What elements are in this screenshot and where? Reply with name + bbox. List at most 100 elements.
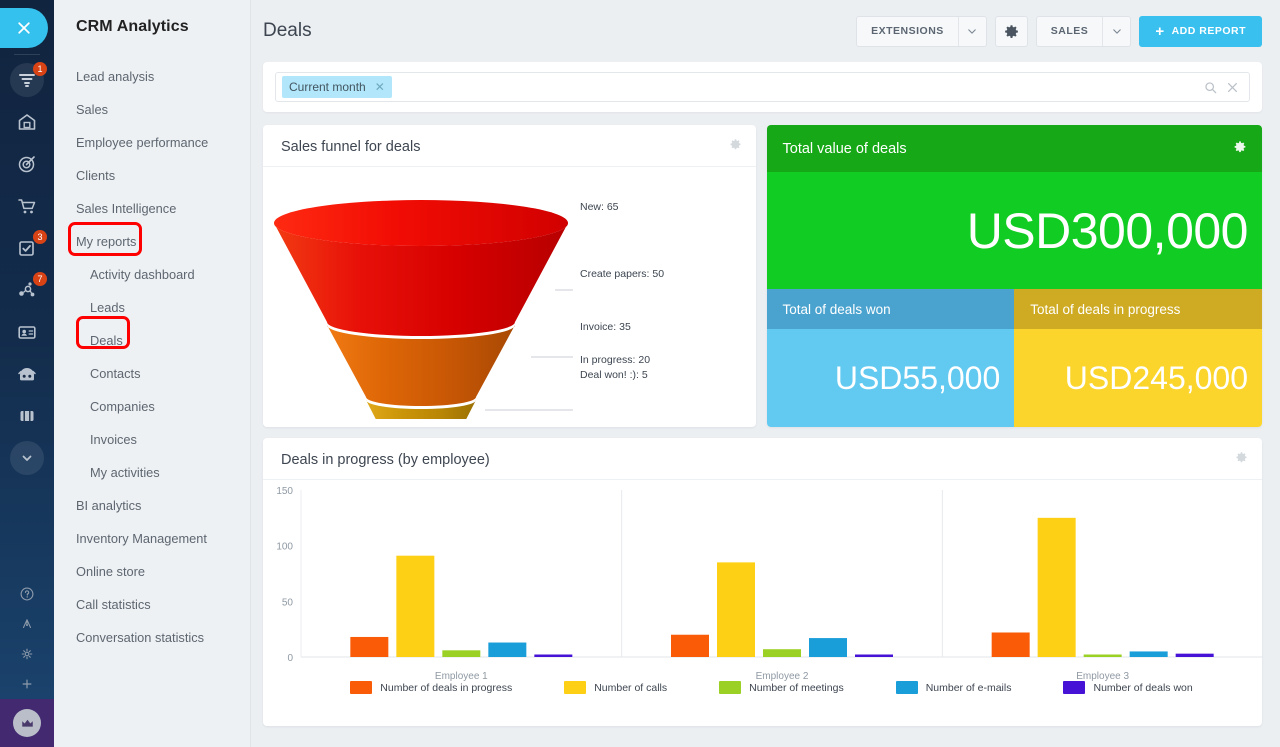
kpi-total-value: USD300,000: [766, 172, 1262, 289]
sales-funnel-chart: New: 65 Create papers: 50 Invoice: 35 In…: [263, 167, 756, 419]
help-icon: [20, 587, 34, 601]
sales-funnel-settings-button[interactable]: [729, 138, 742, 151]
legend-label: Number of deals in progress: [380, 681, 513, 694]
rail-item-tasks[interactable]: 3: [10, 230, 47, 265]
sidebar-item-online-store[interactable]: Online store: [54, 555, 250, 588]
filter-input-bar[interactable]: Current month ✕: [275, 72, 1250, 102]
legend-item-emails[interactable]: Number of e-mails: [895, 681, 1011, 694]
sidebar-item-sales-intelligence[interactable]: Sales Intelligence: [54, 192, 250, 225]
rail-item-company[interactable]: [10, 105, 44, 139]
deals-in-progress-settings-button[interactable]: [1235, 451, 1248, 464]
bar-chart-legend: Number of deals in progress Number of ca…: [263, 681, 1262, 694]
rail-item-funnel[interactable]: 1: [10, 62, 47, 97]
deals-in-progress-chart: 0 50 100 150 Employee 1 Employee 2 Employee 3 …: [263, 480, 1263, 710]
extensions-button[interactable]: EXTENSIONS: [857, 17, 958, 46]
legend-swatch: [1063, 681, 1086, 694]
kpi-deals-in-progress-card: Total of deals in progress USD245,000: [1014, 289, 1262, 427]
rail-badge: 3: [33, 230, 47, 244]
sidebar-item-leads[interactable]: Leads: [54, 291, 250, 324]
sidebar-item-bi-analytics[interactable]: BI analytics: [54, 489, 250, 522]
sidebar-item-deals[interactable]: Deals: [54, 324, 250, 357]
funnel-label-create-papers: Create papers: 50: [580, 268, 665, 280]
extensions-button-group[interactable]: EXTENSIONS: [856, 15, 987, 47]
rail-item-contacts[interactable]: [10, 315, 44, 349]
deals-in-progress-card: Deals in progress (by employee) 0 50 100 15…: [263, 438, 1263, 726]
sidebar-item-employee-performance[interactable]: Employee performance: [54, 126, 250, 159]
kpi-subcards-row: Total of deals won USD55,000 Total of de…: [766, 289, 1262, 427]
sidebar-item-lead-analysis[interactable]: Lead analysis: [54, 60, 250, 93]
icon-rail: 1 3 7: [0, 0, 54, 747]
sidebar-item-sales[interactable]: Sales: [54, 93, 250, 126]
page-title: Deals: [263, 20, 312, 41]
target-icon: [18, 156, 35, 173]
sales-dropdown-button[interactable]: [1102, 16, 1130, 46]
company-icon: [18, 114, 36, 130]
sidebar-item-conversation-statistics[interactable]: Conversation statistics: [54, 621, 250, 654]
settings-icon: [21, 648, 33, 660]
contacts-icon: [18, 326, 36, 339]
chevron-down-circle-icon: [22, 455, 32, 461]
sidebar-item-invoices[interactable]: Invoices: [54, 423, 250, 456]
sales-funnel-card: Sales funnel for deals New: 65 Create pa…: [263, 125, 756, 427]
funnel-label-invoice: Invoice: 35: [580, 321, 631, 333]
rail-item-automation[interactable]: [10, 609, 44, 639]
rail-item-help[interactable]: [10, 579, 44, 609]
legend-item-deals-won[interactable]: Number of deals won: [1063, 681, 1193, 694]
sidebar: CRM Analytics Lead analysis Sales Employ…: [54, 0, 251, 747]
bot-icon: [18, 368, 36, 381]
search-icon[interactable]: [1204, 81, 1217, 94]
kpi-deals-in-progress-label: Total of deals in progress: [1014, 289, 1262, 329]
gear-icon: [730, 139, 741, 150]
close-rail-button[interactable]: [0, 8, 48, 48]
svg-text:0: 0: [287, 653, 293, 664]
legend-item-deals-in-progress[interactable]: Number of deals in progress: [350, 681, 512, 694]
rail-item-bot[interactable]: [10, 357, 44, 391]
dashboard-cards-row: Sales funnel for deals New: 65 Create pa…: [251, 112, 1280, 427]
sidebar-item-call-statistics[interactable]: Call statistics: [54, 588, 250, 621]
sidebar-item-companies[interactable]: Companies: [54, 390, 250, 423]
toolbar: Deals EXTENSIONS SALES + ADD REPORT: [251, 0, 1280, 62]
sidebar-item-contacts[interactable]: Contacts: [54, 357, 250, 390]
sales-button[interactable]: SALES: [1037, 17, 1103, 46]
funnel-label-new: New: 65: [580, 201, 619, 213]
rail-item-drive[interactable]: [10, 399, 44, 433]
close-icon[interactable]: ✕: [375, 81, 385, 93]
plus-icon: +: [1155, 22, 1165, 40]
sidebar-item-my-activities[interactable]: My activities: [54, 456, 250, 489]
sidebar-item-my-reports[interactable]: My reports: [54, 225, 250, 258]
rail-bottom-group: [0, 579, 54, 747]
legend-item-meetings[interactable]: Number of meetings: [719, 681, 844, 694]
chevron-down-icon: [968, 28, 977, 34]
rail-item-add[interactable]: [10, 669, 44, 699]
rail-item-network[interactable]: 7: [10, 272, 47, 307]
legend-swatch: [564, 681, 587, 694]
main-content: Deals EXTENSIONS SALES + ADD REPORT Curr…: [251, 0, 1280, 747]
funnel-label-deal-won: Deal won! :): 5: [580, 369, 648, 381]
settings-button[interactable]: [994, 15, 1028, 47]
gear-icon: [1004, 24, 1018, 38]
clear-filter-icon[interactable]: [1226, 81, 1239, 94]
filter-chip-current-month[interactable]: Current month ✕: [282, 76, 392, 98]
extensions-dropdown-button[interactable]: [957, 16, 986, 46]
rail-divider: [14, 54, 40, 55]
sidebar-item-clients[interactable]: Clients: [54, 159, 250, 192]
kpi-deals-in-progress-value: USD245,000: [1014, 329, 1262, 427]
rail-item-target[interactable]: [10, 147, 44, 181]
rail-item-crown[interactable]: [0, 699, 54, 747]
rail-badge: 1: [33, 62, 47, 76]
rail-item-settings[interactable]: [10, 639, 44, 669]
legend-item-calls[interactable]: Number of calls: [564, 681, 667, 694]
rail-item-more[interactable]: [10, 441, 44, 475]
cart-icon: [18, 199, 36, 214]
gear-icon: [1236, 452, 1247, 463]
funnel-graphic: [274, 200, 573, 419]
add-report-button[interactable]: + ADD REPORT: [1139, 15, 1262, 47]
sidebar-item-activity-dashboard[interactable]: Activity dashboard: [54, 258, 250, 291]
legend-label: Number of calls: [594, 681, 668, 694]
svg-text:100: 100: [276, 542, 293, 553]
sidebar-item-inventory-management[interactable]: Inventory Management: [54, 522, 250, 555]
kpi-settings-button[interactable]: [1233, 140, 1247, 154]
rail-item-cart[interactable]: [10, 189, 44, 223]
sales-button-group[interactable]: SALES: [1035, 15, 1132, 47]
legend-swatch: [895, 681, 918, 694]
